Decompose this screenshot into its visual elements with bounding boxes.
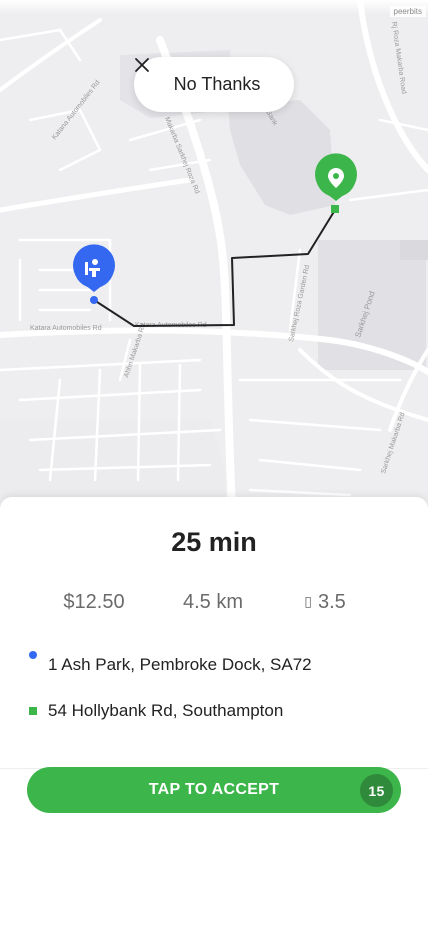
street-label: Rj Roza Makarba Road: [390, 21, 407, 94]
dropoff-address: 54 Hollybank Rd, Southampton: [48, 701, 284, 720]
map-view[interactable]: Katana Automobiles Rd Makarba Sarkhej Ro…: [0, 0, 428, 510]
map-top-fade: [0, 0, 428, 14]
rating-value: 3.5: [317, 591, 346, 613]
star-icon: ▯: [304, 593, 312, 609]
accept-label: TAP TO ACCEPT: [148, 781, 280, 798]
pickup-address: 1 Ash Park, Pembroke Dock, SA72: [48, 655, 312, 674]
ride-request-sheet: 25 min $12.50 4.5 km ▯ 3.5 1 Ash Park, Pe…: [0, 497, 428, 926]
origin-marker[interactable]: [73, 244, 115, 304]
no-thanks-button[interactable]: No Thanks: [134, 57, 294, 112]
no-thanks-label: No Thanks: [173, 74, 261, 94]
rider-rating: ▯ 3.5: [270, 591, 380, 614]
street-label: Katara Automobiles Rd: [30, 325, 102, 332]
trip-price: $12.50: [63, 591, 125, 613]
countdown-badge: 15: [360, 774, 393, 807]
trip-distance: 4.5 km: [182, 591, 244, 613]
street-label: Sarkhej Roza Garden Rd: [288, 264, 311, 342]
trip-duration: 25 min: [171, 527, 257, 557]
map-credit: peerbits: [389, 6, 426, 17]
pickup-dot-icon: [29, 651, 37, 659]
dropoff-square-icon: [29, 707, 37, 715]
street-label: Katana Automobiles Rd: [51, 79, 102, 141]
trip-stats: $12.50 4.5 km ▯ 3.5: [0, 591, 428, 619]
accept-button[interactable]: TAP TO ACCEPT 15: [27, 767, 401, 813]
